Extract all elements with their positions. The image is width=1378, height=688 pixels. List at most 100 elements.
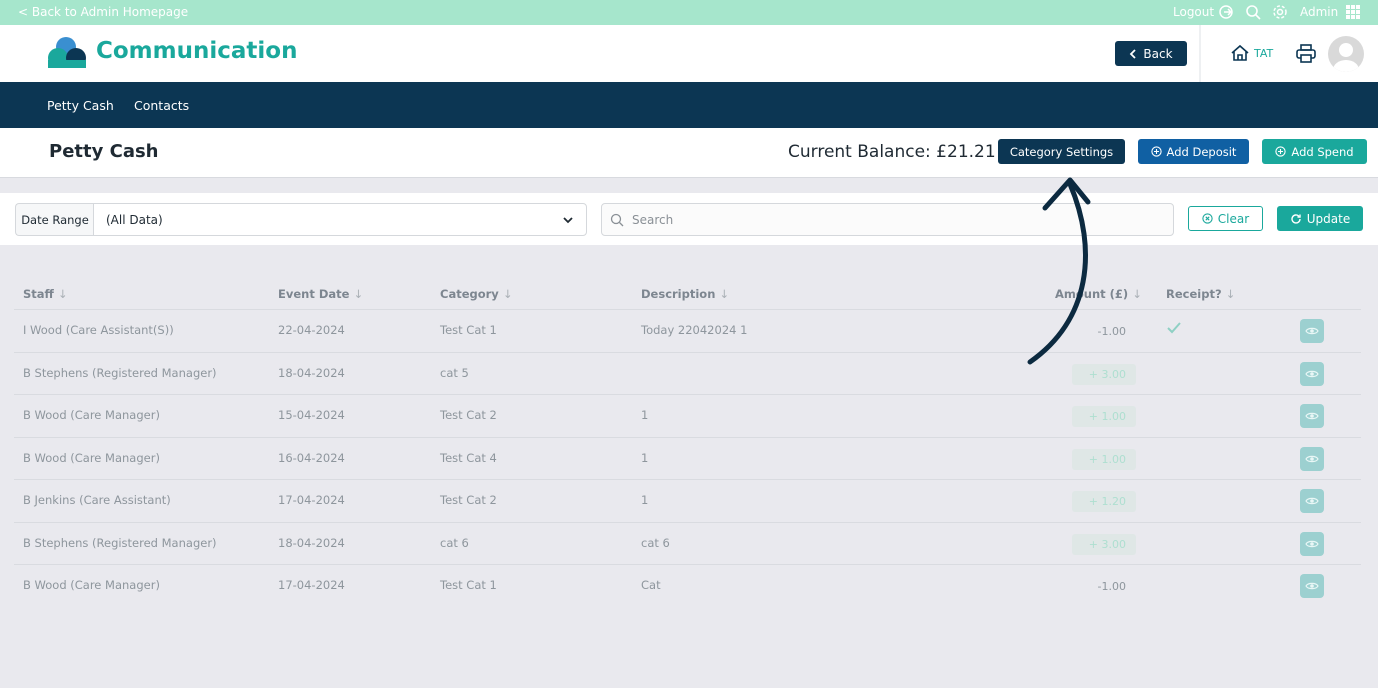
cell-staff: B Jenkins (Care Assistant) [23,493,171,507]
page-title: Petty Cash [49,141,159,162]
eye-icon [1305,582,1319,590]
cell-amount: + 1.00 [1072,406,1136,427]
add-deposit-label: Add Deposit [1166,144,1237,159]
user-avatar-icon [1333,43,1359,72]
cell-event-date: 17-04-2024 [278,493,345,507]
column-header-category[interactable]: Category ↓ [440,287,512,301]
eye-icon [1305,412,1319,420]
admin-menu[interactable]: Admin [1300,5,1338,19]
cell-description: 1 [641,450,649,465]
cell-event-date: 15-04-2024 [278,408,345,422]
top-bar: < Back to Admin Homepage Logout Admin [0,0,1378,25]
update-button[interactable]: Update [1277,206,1363,231]
back-button-label: Back [1143,46,1173,61]
clear-button[interactable]: Clear [1188,206,1263,231]
cell-description: Cat [641,578,661,592]
column-header-staff[interactable]: Staff ↓ [23,287,68,301]
sort-arrow-icon: ↓ [353,287,364,301]
sort-arrow-icon: ↓ [1225,287,1236,301]
eye-icon [1305,540,1319,547]
cell-category: Test Cat 4 [440,450,497,465]
app-header: Communication Back TAT [0,25,1378,82]
column-header-event-date[interactable]: Event Date ↓ [278,287,363,301]
sort-arrow-icon: ↓ [1132,287,1142,301]
cell-category: cat 5 [440,365,469,380]
table-row: I Wood (Care Assistant(S)) 22-04-2024 Test… [14,309,1361,351]
date-range-label: Date Range [15,203,94,236]
view-button[interactable] [1300,531,1324,556]
table-row: B Wood (Care Manager) 16-04-2024 Test Cat … [14,436,1361,479]
print-icon[interactable] [1296,44,1316,63]
column-header-label: Staff [23,287,54,301]
cell-event-date: 22-04-2024 [278,323,345,337]
cell-staff: B Wood (Care Manager) [23,578,160,592]
chevron-left-icon [1130,48,1137,59]
eye-icon [1305,455,1319,462]
column-header-label: Description [641,287,716,301]
date-range-select[interactable]: (All Data) [93,203,587,236]
cell-category: Test Cat 2 [440,493,497,507]
cell-event-date: 18-04-2024 [278,365,345,380]
app-title: Communication [96,38,298,64]
cell-description: Today 22042024 1 [641,323,748,337]
view-button[interactable] [1300,446,1324,471]
cell-staff: B Stephens (Registered Manager) [23,365,217,380]
header-divider [1199,25,1201,82]
home-icon[interactable] [1230,44,1250,62]
page-header: Petty Cash Current Balance: £21.21 Categ… [0,128,1378,178]
column-header-receipt[interactable]: Receipt? ↓ [1166,287,1235,301]
filter-bar: Date Range (All Data) Clear Update [0,193,1378,245]
table-row: B Wood (Care Manager) 15-04-2024 Test Cat … [14,394,1361,436]
table-row: B Wood (Care Manager) 17-04-2024 Test Cat … [14,564,1361,606]
search-icon[interactable] [1245,4,1261,20]
cell-amount: + 1.00 [1072,448,1136,470]
cell-description: 1 [641,493,649,507]
view-button[interactable] [1300,574,1324,598]
cell-amount: + 1.20 [1072,491,1136,512]
sort-arrow-icon: ↓ [719,287,730,301]
main-nav: Petty Cash Contacts [0,82,1378,133]
cell-category: cat 6 [440,535,469,550]
cell-amount: -1.00 [1097,580,1126,593]
table-row: B Stephens (Registered Manager) 18-04-202… [14,521,1361,564]
update-label: Update [1306,211,1351,226]
plus-circle-icon [1275,146,1287,157]
category-settings-button[interactable]: Category Settings [998,139,1125,164]
view-button[interactable] [1300,404,1324,428]
cell-staff: B Wood (Care Manager) [23,450,160,465]
cell-description: cat 6 [641,535,670,550]
org-code[interactable]: TAT [1254,47,1273,60]
close-circle-icon [1202,213,1213,224]
cell-event-date: 18-04-2024 [278,535,345,550]
cell-amount: + 3.00 [1072,533,1136,555]
sort-arrow-icon: ↓ [502,287,513,301]
apps-grid-icon[interactable] [1345,4,1361,20]
cell-staff: B Stephens (Registered Manager) [23,535,217,550]
table-row: B Jenkins (Care Assistant) 17-04-2024 Test… [14,479,1361,521]
plus-circle-icon [1150,146,1162,157]
back-to-admin-link[interactable]: < Back to Admin Homepage [18,5,188,19]
tab-contacts[interactable]: Contacts [134,98,189,113]
cell-description: 1 [641,408,649,422]
current-balance: Current Balance: £21.21 [788,142,996,162]
add-deposit-button[interactable]: Add Deposit [1138,139,1249,164]
view-button[interactable] [1300,361,1324,386]
avatar[interactable] [1328,36,1364,72]
cell-staff: B Wood (Care Manager) [23,408,160,422]
eye-icon [1305,327,1319,335]
add-spend-button[interactable]: Add Spend [1262,139,1367,164]
back-button[interactable]: Back [1115,41,1187,66]
cell-category: Test Cat 1 [440,323,497,337]
cell-staff: I Wood (Care Assistant(S)) [23,323,174,337]
receipt-check-icon [1167,322,1181,334]
tab-petty-cash[interactable]: Petty Cash [47,98,114,133]
cell-event-date: 16-04-2024 [278,450,345,465]
view-button[interactable] [1300,319,1324,343]
cell-category: Test Cat 1 [440,578,497,592]
logout-icon[interactable] [1218,4,1234,20]
view-button[interactable] [1300,489,1324,513]
column-header-label: Category [440,287,499,301]
column-header-description[interactable]: Description ↓ [641,287,729,301]
gear-icon[interactable] [1272,4,1288,20]
logout-link[interactable]: Logout [1173,5,1214,19]
